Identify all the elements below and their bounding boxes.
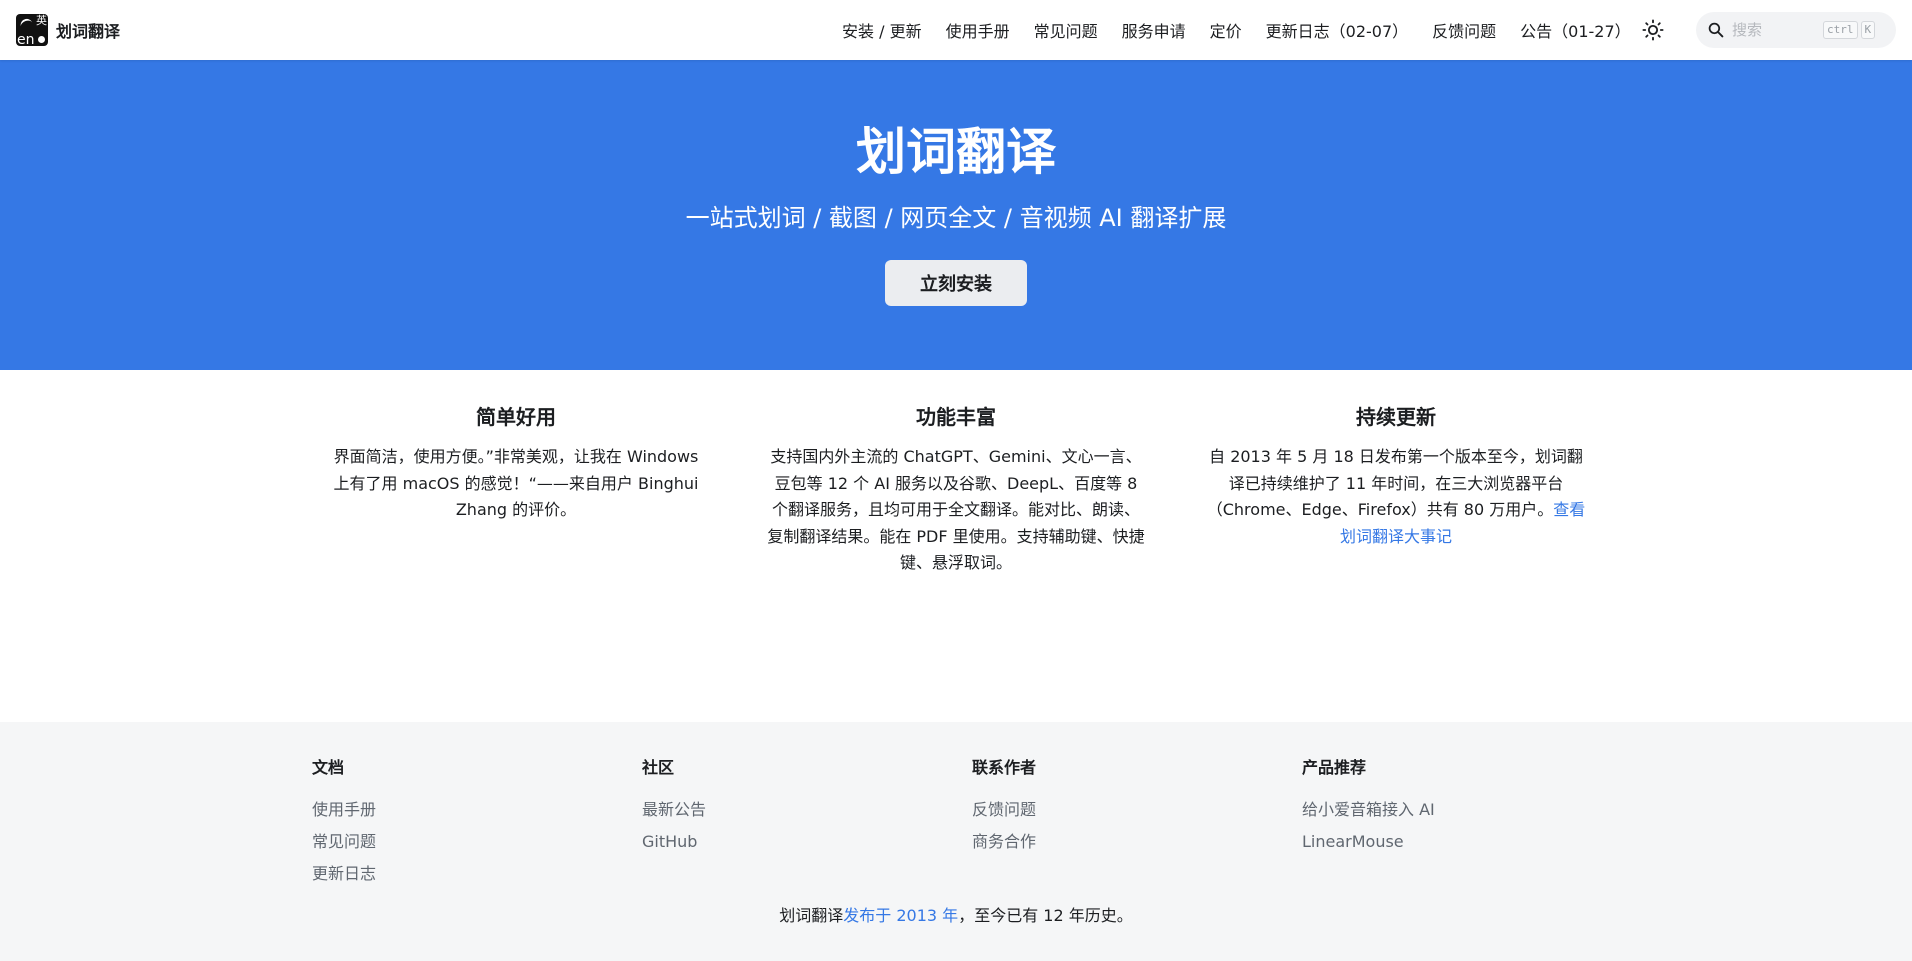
footer-link-xiaoai-ai[interactable]: 给小爱音箱接入 AI — [1302, 794, 1622, 826]
footer-column-title: 社区 — [642, 758, 675, 777]
footer: 文档 使用手册 常见问题 更新日志 社区 最新公告 GitHub 联系作者 反馈… — [0, 722, 1912, 961]
footer-column-community: 社区 最新公告 GitHub — [642, 756, 962, 858]
release-year-link[interactable]: 发布于 2013 年 — [843, 906, 958, 925]
logo-arrow-icon — [18, 17, 34, 29]
logo: 英 en — [16, 14, 48, 46]
footer-column-title: 产品推荐 — [1302, 758, 1367, 777]
footer-link-business[interactable]: 商务合作 — [972, 826, 1292, 858]
footer-column-docs: 文档 使用手册 常见问题 更新日志 — [312, 756, 632, 890]
feature-text: 界面简洁，使用方便。”非常美观，让我在 Windows 上有了用 macOS 的… — [326, 444, 706, 524]
nav-install-update[interactable]: 安装 / 更新 — [830, 18, 934, 42]
copyright-prefix: 划词翻译 — [779, 906, 844, 925]
nav-changelog[interactable]: 更新日志（02-07） — [1254, 18, 1421, 42]
hero-subtitle: 一站式划词 / 截图 / 网页全文 / 音视频 AI 翻译扩展 — [685, 204, 1227, 232]
nav-feedback[interactable]: 反馈问题 — [1420, 18, 1508, 42]
feature-title: 简单好用 — [476, 405, 556, 429]
hero-title: 划词翻译 — [856, 123, 1056, 181]
nav-faq[interactable]: 常见问题 — [1022, 18, 1110, 42]
footer-link-announcements[interactable]: 最新公告 — [642, 794, 962, 826]
copyright-suffix: ，至今已有 12 年历史。 — [958, 906, 1133, 925]
search-box[interactable]: ctrl K — [1696, 12, 1896, 48]
feature-text: 支持国内外主流的 ChatGPT、Gemini、文心一言、豆包等 12 个 AI… — [766, 444, 1146, 577]
feature-title: 功能丰富 — [916, 405, 996, 429]
feature-continuous-updates: 持续更新 自 2013 年 5 月 18 日发布第一个版本至今，划词翻译已持续维… — [1206, 402, 1586, 550]
feature-description: 支持国内外主流的 ChatGPT、Gemini、文心一言、豆包等 12 个 AI… — [767, 447, 1145, 572]
nav-pricing[interactable]: 定价 — [1198, 18, 1254, 42]
feature-text: 自 2013 年 5 月 18 日发布第一个版本至今，划词翻译已持续维护了 11… — [1206, 444, 1586, 550]
nav-service-apply[interactable]: 服务申请 — [1110, 18, 1198, 42]
sun-icon — [1642, 19, 1664, 41]
nav-links: 安装 / 更新 使用手册 常见问题 服务申请 定价 更新日志（02-07） 反馈… — [830, 0, 1643, 60]
logo-dot-icon — [38, 36, 45, 43]
feature-description: 自 2013 年 5 月 18 日发布第一个版本至今，划词翻译已持续维护了 11… — [1206, 447, 1583, 519]
navbar: 英 en 划词翻译 安装 / 更新 使用手册 常见问题 服务申请 定价 更新日志… — [0, 0, 1912, 60]
feature-description: 界面简洁，使用方便。”非常美观，让我在 Windows 上有了用 macOS 的… — [333, 447, 699, 519]
logo-text-en: en — [17, 32, 35, 46]
logo-text-zh: 英 — [36, 14, 47, 27]
footer-link-feedback[interactable]: 反馈问题 — [972, 794, 1292, 826]
feature-easy-to-use: 简单好用 界面简洁，使用方便。”非常美观，让我在 Windows 上有了用 ma… — [326, 402, 706, 524]
nav-manual[interactable]: 使用手册 — [934, 18, 1022, 42]
feature-rich-functions: 功能丰富 支持国内外主流的 ChatGPT、Gemini、文心一言、豆包等 12… — [766, 402, 1146, 577]
install-now-button[interactable]: 立刻安装 — [885, 260, 1027, 306]
hero-banner: 划词翻译 一站式划词 / 截图 / 网页全文 / 音视频 AI 翻译扩展 立刻安… — [0, 60, 1912, 370]
footer-column-title: 文档 — [312, 758, 345, 777]
theme-toggle-button[interactable] — [1638, 15, 1668, 45]
footer-link-github[interactable]: GitHub — [642, 826, 962, 858]
feature-title: 持续更新 — [1356, 405, 1436, 429]
footer-link-manual[interactable]: 使用手册 — [312, 794, 632, 826]
footer-link-linearmouse[interactable]: LinearMouse — [1302, 826, 1622, 858]
search-shortcut-k: K — [1860, 21, 1876, 39]
footer-link-changelog[interactable]: 更新日志 — [312, 858, 632, 890]
copyright: 划词翻译发布于 2013 年，至今已有 12 年历史。 — [0, 904, 1912, 928]
nav-announcement[interactable]: 公告（01-27） — [1508, 18, 1643, 42]
features-section: 简单好用 界面简洁，使用方便。”非常美观，让我在 Windows 上有了用 ma… — [0, 370, 1912, 722]
search-input[interactable] — [1730, 20, 1820, 40]
search-icon — [1708, 22, 1724, 38]
brand-link[interactable]: 英 en 划词翻译 — [16, 14, 120, 46]
footer-column-title: 联系作者 — [972, 758, 1037, 777]
footer-column-products: 产品推荐 给小爱音箱接入 AI LinearMouse — [1302, 756, 1622, 858]
brand-title: 划词翻译 — [56, 22, 121, 41]
search-shortcut-ctrl: ctrl — [1823, 21, 1858, 39]
footer-link-faq[interactable]: 常见问题 — [312, 826, 632, 858]
footer-column-contact: 联系作者 反馈问题 商务合作 — [972, 756, 1292, 858]
